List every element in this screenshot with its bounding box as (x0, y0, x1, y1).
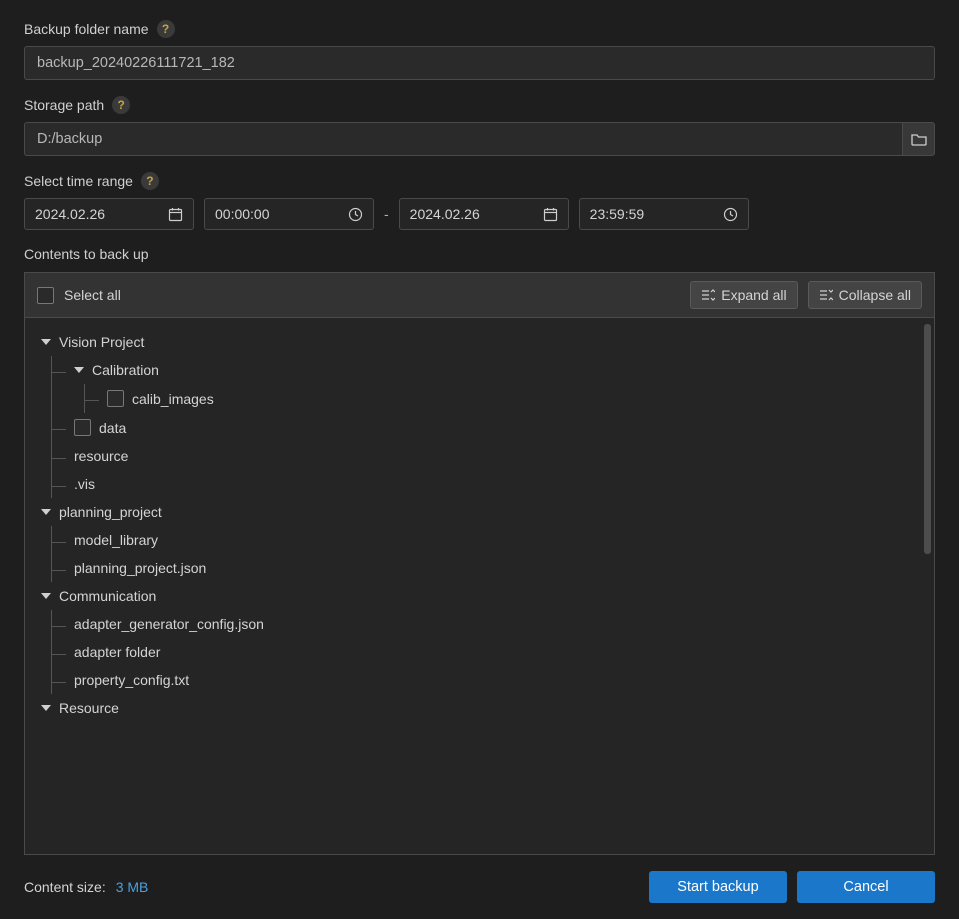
time-range-label: Select time range (24, 173, 133, 189)
help-icon[interactable]: ? (112, 96, 130, 114)
expand-icon (701, 289, 715, 301)
start-date-input[interactable]: 2024.02.26 (24, 198, 194, 230)
caret-down-icon[interactable] (41, 593, 51, 599)
expand-all-button[interactable]: Expand all (690, 281, 797, 309)
end-date-input[interactable]: 2024.02.26 (399, 198, 569, 230)
tree-item-label[interactable]: calib_images (132, 391, 214, 407)
tree-item-label[interactable]: resource (74, 448, 128, 464)
tree-item-label[interactable]: Communication (59, 588, 156, 604)
tree-item-label[interactable]: adapter folder (74, 644, 160, 660)
scrollbar-thumb[interactable] (924, 324, 931, 554)
browse-folder-button[interactable] (902, 122, 935, 156)
clock-icon (723, 207, 738, 222)
tree-item-label[interactable]: model_library (74, 532, 158, 548)
collapse-icon (819, 289, 833, 301)
collapse-all-button[interactable]: Collapse all (808, 281, 922, 309)
caret-down-icon[interactable] (41, 509, 51, 515)
start-date-value: 2024.02.26 (35, 206, 105, 222)
tree-checkbox[interactable] (74, 419, 91, 436)
select-all-label: Select all (64, 287, 121, 303)
tree-item-label[interactable]: planning_project (59, 504, 162, 520)
end-time-value: 23:59:59 (590, 206, 645, 222)
tree-container[interactable]: Vision Project Calibration calib_images (24, 317, 935, 855)
start-backup-button[interactable]: Start backup (649, 871, 787, 903)
caret-down-icon[interactable] (41, 339, 51, 345)
tree-item-label[interactable]: Resource (59, 700, 119, 716)
folder-icon (911, 132, 927, 146)
tree-item-label[interactable]: .vis (74, 476, 95, 492)
calendar-icon (168, 207, 183, 222)
content-size-value: 3 MB (116, 879, 149, 895)
clock-icon (348, 207, 363, 222)
tree-item-label[interactable]: adapter_generator_config.json (74, 616, 264, 632)
end-time-input[interactable]: 23:59:59 (579, 198, 749, 230)
caret-down-icon[interactable] (41, 705, 51, 711)
tree-item-label[interactable]: data (99, 420, 126, 436)
calendar-icon (543, 207, 558, 222)
tree-item-label[interactable]: property_config.txt (74, 672, 189, 688)
storage-path-label: Storage path (24, 97, 104, 113)
start-time-input[interactable]: 00:00:00 (204, 198, 374, 230)
content-size-label: Content size: (24, 879, 106, 895)
tree-item-label[interactable]: Vision Project (59, 334, 144, 350)
backup-folder-input[interactable] (24, 46, 935, 80)
tree-item-label[interactable]: planning_project.json (74, 560, 206, 576)
storage-path-input[interactable] (24, 122, 902, 156)
collapse-all-label: Collapse all (839, 287, 911, 303)
contents-label: Contents to back up (24, 246, 935, 262)
expand-all-label: Expand all (721, 287, 786, 303)
help-icon[interactable]: ? (141, 172, 159, 190)
tree-checkbox[interactable] (107, 390, 124, 407)
cancel-button[interactable]: Cancel (797, 871, 935, 903)
caret-down-icon[interactable] (74, 367, 84, 373)
end-date-value: 2024.02.26 (410, 206, 480, 222)
help-icon[interactable]: ? (157, 20, 175, 38)
time-range-separator: - (384, 206, 389, 222)
backup-folder-label: Backup folder name (24, 21, 149, 37)
tree-item-label[interactable]: Calibration (92, 362, 159, 378)
select-all-checkbox[interactable] (37, 287, 54, 304)
start-time-value: 00:00:00 (215, 206, 270, 222)
